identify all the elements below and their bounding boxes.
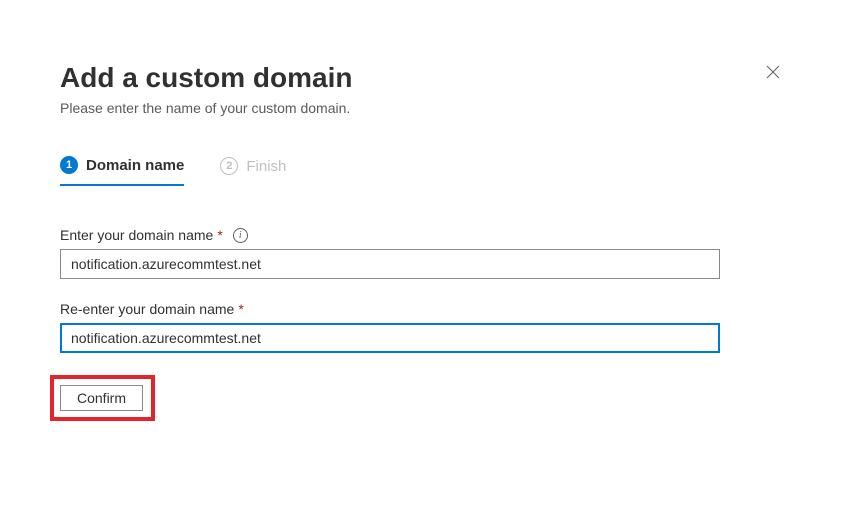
page-subtitle: Please enter the name of your custom dom… [60, 100, 352, 116]
confirm-button[interactable]: Confirm [60, 385, 143, 411]
step-label: Finish [246, 158, 286, 175]
label-text: Enter your domain name [60, 227, 213, 243]
domain-input[interactable] [60, 249, 720, 279]
highlight-box: Confirm [50, 375, 155, 421]
domain-confirm-input[interactable] [60, 323, 720, 353]
close-icon[interactable] [762, 60, 784, 86]
domain-label: Enter your domain name * i [60, 227, 784, 243]
domain-confirm-label: Re-enter your domain name * [60, 301, 784, 317]
step-domain-name[interactable]: 1 Domain name [60, 156, 184, 186]
required-asterisk: * [217, 227, 222, 243]
step-finish: 2 Finish [220, 156, 286, 186]
required-asterisk: * [238, 301, 243, 317]
step-label: Domain name [86, 157, 184, 174]
label-text: Re-enter your domain name [60, 301, 234, 317]
wizard-steps: 1 Domain name 2 Finish [60, 156, 784, 187]
step-badge: 2 [220, 157, 238, 175]
info-icon[interactable]: i [233, 228, 248, 243]
page-title: Add a custom domain [60, 60, 352, 96]
step-badge: 1 [60, 156, 78, 174]
